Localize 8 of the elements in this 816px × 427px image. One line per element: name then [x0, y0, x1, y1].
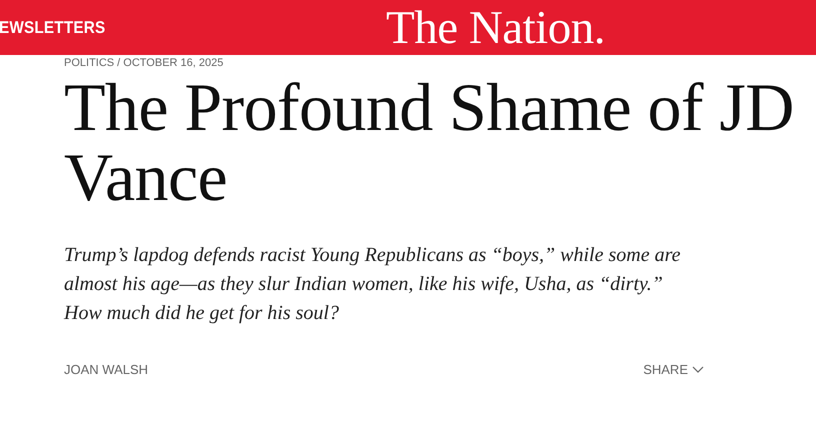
- site-logo[interactable]: The Nation.: [386, 2, 605, 54]
- share-button[interactable]: SHARE: [643, 362, 704, 377]
- author-link[interactable]: JOAN WALSH: [64, 362, 148, 377]
- newsletters-link[interactable]: EWSLETTERS: [0, 18, 106, 38]
- headline: The Profound Shame of JD Vance: [64, 72, 795, 212]
- dateline: POLITICS / OCTOBER 16, 2025: [64, 57, 224, 70]
- subheadline: Trump’s lapdog defends racist Young Republicans as “boys,” while some are almost his age—as they slur Indian women, like his wife, Usha, as “dirty.” How much did he get for his soul?: [64, 243, 682, 326]
- chevron-down-icon: [692, 366, 704, 373]
